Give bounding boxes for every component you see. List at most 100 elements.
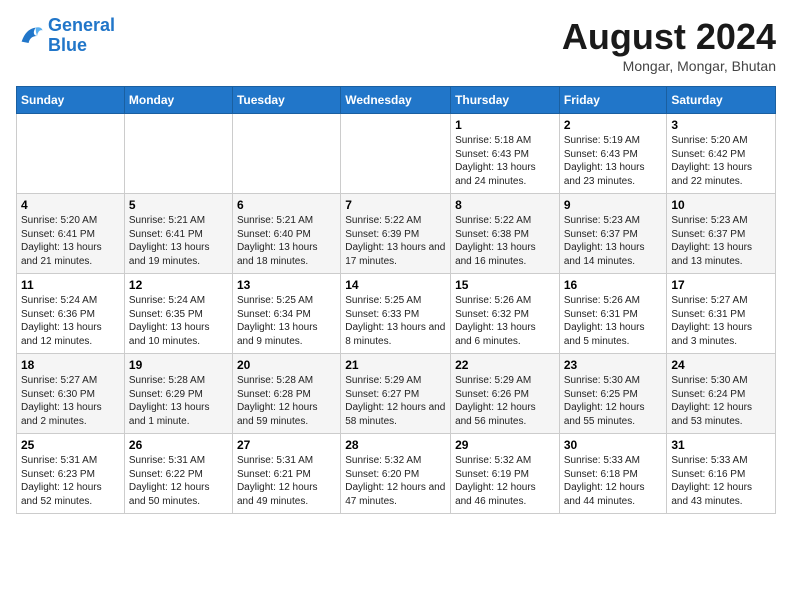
weekday-header-cell: Friday <box>559 87 667 114</box>
calendar-cell: 29 Sunrise: 5:32 AM Sunset: 6:19 PM Dayli… <box>451 434 560 514</box>
day-info: Sunrise: 5:18 AM Sunset: 6:43 PM Dayligh… <box>455 134 555 188</box>
day-info: Sunrise: 5:29 AM Sunset: 6:27 PM Dayligh… <box>345 374 446 428</box>
day-info: Sunrise: 5:19 AM Sunset: 6:43 PM Dayligh… <box>564 134 663 188</box>
day-info: Sunrise: 5:24 AM Sunset: 6:36 PM Dayligh… <box>21 294 120 348</box>
day-number: 18 <box>21 358 120 372</box>
calendar-cell: 17 Sunrise: 5:27 AM Sunset: 6:31 PM Dayli… <box>667 274 776 354</box>
calendar-cell: 15 Sunrise: 5:26 AM Sunset: 6:32 PM Dayli… <box>451 274 560 354</box>
calendar-cell <box>341 114 451 194</box>
day-number: 3 <box>671 118 771 132</box>
day-info: Sunrise: 5:28 AM Sunset: 6:29 PM Dayligh… <box>129 374 228 428</box>
weekday-header-cell: Thursday <box>451 87 560 114</box>
day-number: 23 <box>564 358 663 372</box>
day-info: Sunrise: 5:30 AM Sunset: 6:25 PM Dayligh… <box>564 374 663 428</box>
day-info: Sunrise: 5:26 AM Sunset: 6:32 PM Dayligh… <box>455 294 555 348</box>
calendar-cell: 27Sunrise: 5:31 AM Sunset: 6:21 PM Dayli… <box>232 434 340 514</box>
day-number: 29 <box>455 438 555 452</box>
day-info: Sunrise: 5:21 AM Sunset: 6:41 PM Dayligh… <box>129 214 228 268</box>
calendar-cell: 3Sunrise: 5:20 AM Sunset: 6:42 PM Daylig… <box>667 114 776 194</box>
calendar-cell <box>17 114 125 194</box>
calendar-cell: 18 Sunrise: 5:27 AM Sunset: 6:30 PM Dayli… <box>17 354 125 434</box>
calendar-week-row: 11 Sunrise: 5:24 AM Sunset: 6:36 PM Dayli… <box>17 274 776 354</box>
day-info: Sunrise: 5:32 AM Sunset: 6:19 PM Dayligh… <box>455 454 555 508</box>
day-number: 12 <box>129 278 228 292</box>
calendar-cell: 24 Sunrise: 5:30 AM Sunset: 6:24 PM Dayli… <box>667 354 776 434</box>
logo-text2: Blue <box>48 36 115 56</box>
day-info: Sunrise: 5:27 AM Sunset: 6:31 PM Dayligh… <box>671 294 771 348</box>
day-info: Sunrise: 5:31 AM Sunset: 6:23 PM Dayligh… <box>21 454 120 508</box>
day-number: 6 <box>237 198 336 212</box>
day-info: Sunrise: 5:28 AM Sunset: 6:28 PM Dayligh… <box>237 374 336 428</box>
logo-icon <box>16 22 44 50</box>
day-info: Sunrise: 5:33 AM Sunset: 6:16 PM Dayligh… <box>671 454 771 508</box>
day-number: 2 <box>564 118 663 132</box>
calendar-cell: 5 Sunrise: 5:21 AM Sunset: 6:41 PM Daylig… <box>124 194 232 274</box>
calendar-cell <box>232 114 340 194</box>
day-info: Sunrise: 5:27 AM Sunset: 6:30 PM Dayligh… <box>21 374 120 428</box>
day-info: Sunrise: 5:33 AM Sunset: 6:18 PM Dayligh… <box>564 454 663 508</box>
day-info: Sunrise: 5:29 AM Sunset: 6:26 PM Dayligh… <box>455 374 555 428</box>
day-number: 1 <box>455 118 555 132</box>
calendar-cell: 11 Sunrise: 5:24 AM Sunset: 6:36 PM Dayli… <box>17 274 125 354</box>
day-number: 11 <box>21 278 120 292</box>
day-info: Sunrise: 5:22 AM Sunset: 6:38 PM Dayligh… <box>455 214 555 268</box>
title-block: August 2024 Mongar, Mongar, Bhutan <box>562 16 776 74</box>
day-info: Sunrise: 5:21 AM Sunset: 6:40 PM Dayligh… <box>237 214 336 268</box>
day-info: Sunrise: 5:20 AM Sunset: 6:41 PM Dayligh… <box>21 214 120 268</box>
calendar-cell: 13 Sunrise: 5:25 AM Sunset: 6:34 PM Dayli… <box>232 274 340 354</box>
calendar-cell: 26 Sunrise: 5:31 AM Sunset: 6:22 PM Dayli… <box>124 434 232 514</box>
day-info: Sunrise: 5:23 AM Sunset: 6:37 PM Dayligh… <box>671 214 771 268</box>
day-info: Sunrise: 5:31 AM Sunset: 6:21 PM Dayligh… <box>237 454 336 508</box>
calendar-week-row: 4Sunrise: 5:20 AM Sunset: 6:41 PM Daylig… <box>17 194 776 274</box>
calendar-cell: 14 Sunrise: 5:25 AM Sunset: 6:33 PM Dayli… <box>341 274 451 354</box>
day-info: Sunrise: 5:26 AM Sunset: 6:31 PM Dayligh… <box>564 294 663 348</box>
day-number: 24 <box>671 358 771 372</box>
weekday-header-row: SundayMondayTuesdayWednesdayThursdayFrid… <box>17 87 776 114</box>
day-number: 20 <box>237 358 336 372</box>
calendar-body: 1 Sunrise: 5:18 AM Sunset: 6:43 PM Daylig… <box>17 114 776 514</box>
location-title: Mongar, Mongar, Bhutan <box>562 58 776 74</box>
calendar-cell: 28 Sunrise: 5:32 AM Sunset: 6:20 PM Dayli… <box>341 434 451 514</box>
day-info: Sunrise: 5:22 AM Sunset: 6:39 PM Dayligh… <box>345 214 446 268</box>
day-number: 13 <box>237 278 336 292</box>
day-info: Sunrise: 5:32 AM Sunset: 6:20 PM Dayligh… <box>345 454 446 508</box>
month-title: August 2024 <box>562 16 776 58</box>
calendar-cell: 10Sunrise: 5:23 AM Sunset: 6:37 PM Dayli… <box>667 194 776 274</box>
weekday-header-cell: Monday <box>124 87 232 114</box>
weekday-header-cell: Tuesday <box>232 87 340 114</box>
day-number: 7 <box>345 198 446 212</box>
calendar-cell <box>124 114 232 194</box>
day-number: 17 <box>671 278 771 292</box>
calendar-cell: 8 Sunrise: 5:22 AM Sunset: 6:38 PM Daylig… <box>451 194 560 274</box>
day-number: 14 <box>345 278 446 292</box>
weekday-header-cell: Wednesday <box>341 87 451 114</box>
day-number: 30 <box>564 438 663 452</box>
weekday-header-cell: Saturday <box>667 87 776 114</box>
calendar-cell: 1 Sunrise: 5:18 AM Sunset: 6:43 PM Daylig… <box>451 114 560 194</box>
day-info: Sunrise: 5:24 AM Sunset: 6:35 PM Dayligh… <box>129 294 228 348</box>
calendar-cell: 6 Sunrise: 5:21 AM Sunset: 6:40 PM Daylig… <box>232 194 340 274</box>
calendar-table: SundayMondayTuesdayWednesdayThursdayFrid… <box>16 86 776 514</box>
day-number: 22 <box>455 358 555 372</box>
logo-text: General <box>48 16 115 36</box>
calendar-cell: 12 Sunrise: 5:24 AM Sunset: 6:35 PM Dayli… <box>124 274 232 354</box>
calendar-cell: 2 Sunrise: 5:19 AM Sunset: 6:43 PM Daylig… <box>559 114 667 194</box>
page-header: General Blue August 2024 Mongar, Mongar,… <box>16 16 776 74</box>
day-number: 21 <box>345 358 446 372</box>
day-info: Sunrise: 5:30 AM Sunset: 6:24 PM Dayligh… <box>671 374 771 428</box>
calendar-week-row: 18 Sunrise: 5:27 AM Sunset: 6:30 PM Dayli… <box>17 354 776 434</box>
day-number: 25 <box>21 438 120 452</box>
calendar-cell: 7 Sunrise: 5:22 AM Sunset: 6:39 PM Daylig… <box>341 194 451 274</box>
calendar-cell: 22 Sunrise: 5:29 AM Sunset: 6:26 PM Dayli… <box>451 354 560 434</box>
day-number: 28 <box>345 438 446 452</box>
day-number: 5 <box>129 198 228 212</box>
day-info: Sunrise: 5:25 AM Sunset: 6:33 PM Dayligh… <box>345 294 446 348</box>
day-number: 15 <box>455 278 555 292</box>
calendar-cell: 30 Sunrise: 5:33 AM Sunset: 6:18 PM Dayli… <box>559 434 667 514</box>
day-info: Sunrise: 5:31 AM Sunset: 6:22 PM Dayligh… <box>129 454 228 508</box>
day-number: 16 <box>564 278 663 292</box>
day-number: 9 <box>564 198 663 212</box>
day-number: 26 <box>129 438 228 452</box>
day-info: Sunrise: 5:25 AM Sunset: 6:34 PM Dayligh… <box>237 294 336 348</box>
day-number: 8 <box>455 198 555 212</box>
